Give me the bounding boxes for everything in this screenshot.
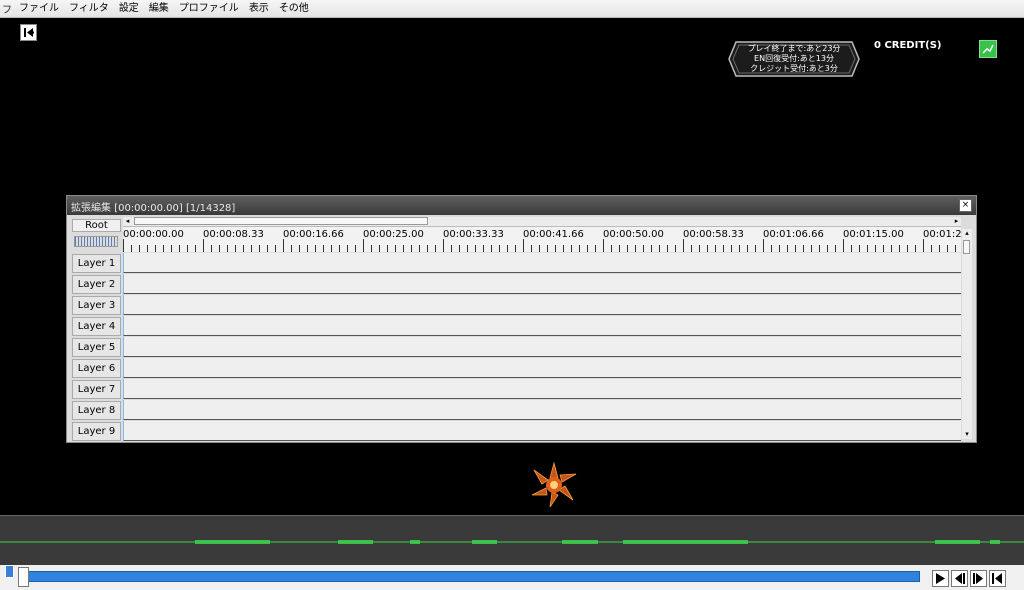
scroll-up-icon[interactable]: ▴	[962, 229, 972, 238]
scroll-down-icon[interactable]: ▾	[962, 430, 972, 439]
prev-frame-button[interactable]	[951, 570, 968, 587]
vertical-scrollbar[interactable]: ▴ ▾	[962, 229, 972, 439]
root-button[interactable]: Root	[72, 219, 121, 232]
waveform-segment	[472, 540, 497, 544]
waveform-segment	[338, 540, 373, 544]
layer-track[interactable]	[123, 253, 961, 273]
timecode-label: 00:00:25.00	[363, 229, 424, 240]
menu-edit[interactable]: 編集	[144, 0, 174, 17]
menu-settings[interactable]: 設定	[114, 0, 144, 17]
extended-edit-window: 拡張編集 [00:00:00.00] [1/14328] × Root ◂ ▸ …	[66, 195, 977, 443]
to-start-button[interactable]	[989, 570, 1006, 587]
menu-file[interactable]: ファイル	[14, 0, 64, 17]
horizontal-scrollbar[interactable]: ◂ ▸	[123, 217, 961, 227]
timecode-label: 00:00:58.33	[683, 229, 744, 240]
transport-controls	[932, 570, 1006, 587]
timecode-label: 00:01:06.66	[763, 229, 824, 240]
layer-track[interactable]	[123, 400, 961, 420]
layer-track[interactable]	[123, 421, 961, 441]
menu-view[interactable]: 表示	[244, 0, 274, 17]
layer-track[interactable]	[123, 295, 961, 315]
timecode-label: 00:00:08.33	[203, 229, 264, 240]
time-ruler[interactable]: 00:00:00.00 00:00:08.33 00:00:16.66 00:0…	[123, 227, 962, 252]
layer-row: Layer 9	[67, 421, 976, 442]
timecode-label: 00:01:15.00	[843, 229, 904, 240]
waveform-segment	[410, 540, 420, 544]
close-button[interactable]: ×	[959, 199, 972, 212]
play-button[interactable]	[932, 570, 949, 587]
timecode-label: 00:00:00.00	[123, 229, 184, 240]
layer-row: Layer 3	[67, 295, 976, 316]
layer-button[interactable]: Layer 6	[72, 359, 121, 378]
layer-track[interactable]	[123, 316, 961, 336]
next-frame-button[interactable]	[970, 570, 987, 587]
seek-handle[interactable]	[18, 567, 29, 587]
layer-button[interactable]: Layer 3	[72, 296, 121, 315]
waveform-segment	[195, 540, 270, 544]
layer-button[interactable]: Layer 1	[72, 254, 121, 273]
layer-row: Layer 4	[67, 316, 976, 337]
layer-row: Layer 7	[67, 379, 976, 400]
swirl-emblem-icon	[531, 461, 577, 508]
timecode-label: 00:00:41.66	[523, 229, 584, 240]
layer-button[interactable]: Layer 5	[72, 338, 121, 357]
horizontal-scroll-thumb[interactable]	[134, 217, 428, 225]
scroll-left-icon[interactable]: ◂	[123, 217, 132, 226]
audio-waveform	[0, 540, 1024, 544]
seek-bar[interactable]	[28, 571, 920, 582]
zoom-scale-slider[interactable]	[74, 236, 118, 247]
menu-bar: フ ファイル フィルタ 設定 編集 プロファイル 表示 その他	[0, 0, 1024, 18]
vertical-scroll-thumb[interactable]	[963, 240, 970, 254]
layer-track[interactable]	[123, 379, 961, 399]
layer-row: Layer 5	[67, 337, 976, 358]
waveform-segment	[623, 540, 748, 544]
layer-row: Layer 6	[67, 358, 976, 379]
app-icon: フ	[2, 5, 12, 16]
window-titlebar[interactable]: 拡張編集 [00:00:00.00] [1/14328] ×	[67, 196, 976, 215]
hud-status-panel: プレイ終了まで:あと23分 EN回復受付:あと13分 クレジット受付:あと3分	[728, 41, 860, 77]
layer-track[interactable]	[123, 337, 961, 357]
menu-filter[interactable]: フィルタ	[64, 0, 114, 17]
to-start-icon	[992, 573, 1002, 584]
waveform-segment	[935, 540, 980, 544]
hud-line-credit-accept: クレジット受付:あと3分	[750, 64, 838, 73]
waveform-segment	[990, 540, 1000, 544]
audio-waveform-track[interactable]	[0, 515, 1024, 566]
layer-button[interactable]: Layer 8	[72, 401, 121, 420]
layer-row: Layer 8	[67, 400, 976, 421]
window-title: 拡張編集 [00:00:00.00] [1/14328]	[71, 203, 236, 214]
back-to-start-icon	[24, 28, 34, 37]
layer-button[interactable]: Layer 7	[72, 380, 121, 399]
scroll-right-icon[interactable]: ▸	[952, 217, 961, 226]
timecode-label: 00:01:2	[923, 229, 962, 240]
back-to-start-button[interactable]	[20, 24, 37, 41]
layer-track[interactable]	[123, 358, 961, 378]
menu-other[interactable]: その他	[274, 0, 314, 17]
credit-counter: 0 CREDIT(S)	[874, 40, 942, 51]
layer-track[interactable]	[123, 274, 961, 294]
layer-button[interactable]: Layer 9	[72, 422, 121, 441]
layer-row: Layer 1	[67, 253, 976, 274]
layer-row: Layer 2	[67, 274, 976, 295]
layer-button[interactable]: Layer 4	[72, 317, 121, 336]
hud-line-play-time: プレイ終了まで:あと23分	[747, 44, 841, 53]
timecode-label: 00:00:33.33	[443, 229, 504, 240]
hud-line-en-recovery: EN回復受付:あと13分	[754, 54, 834, 63]
layer-button[interactable]: Layer 2	[72, 275, 121, 294]
green-status-icon	[979, 40, 997, 58]
next-frame-icon	[973, 573, 983, 584]
menu-profile[interactable]: プロファイル	[174, 0, 244, 17]
waveform-segment	[562, 540, 598, 544]
prev-frame-icon	[955, 573, 965, 584]
selection-marker[interactable]	[5, 565, 14, 578]
timecode-label: 00:00:50.00	[603, 229, 664, 240]
timecode-label: 00:00:16.66	[283, 229, 344, 240]
play-icon	[936, 573, 945, 584]
